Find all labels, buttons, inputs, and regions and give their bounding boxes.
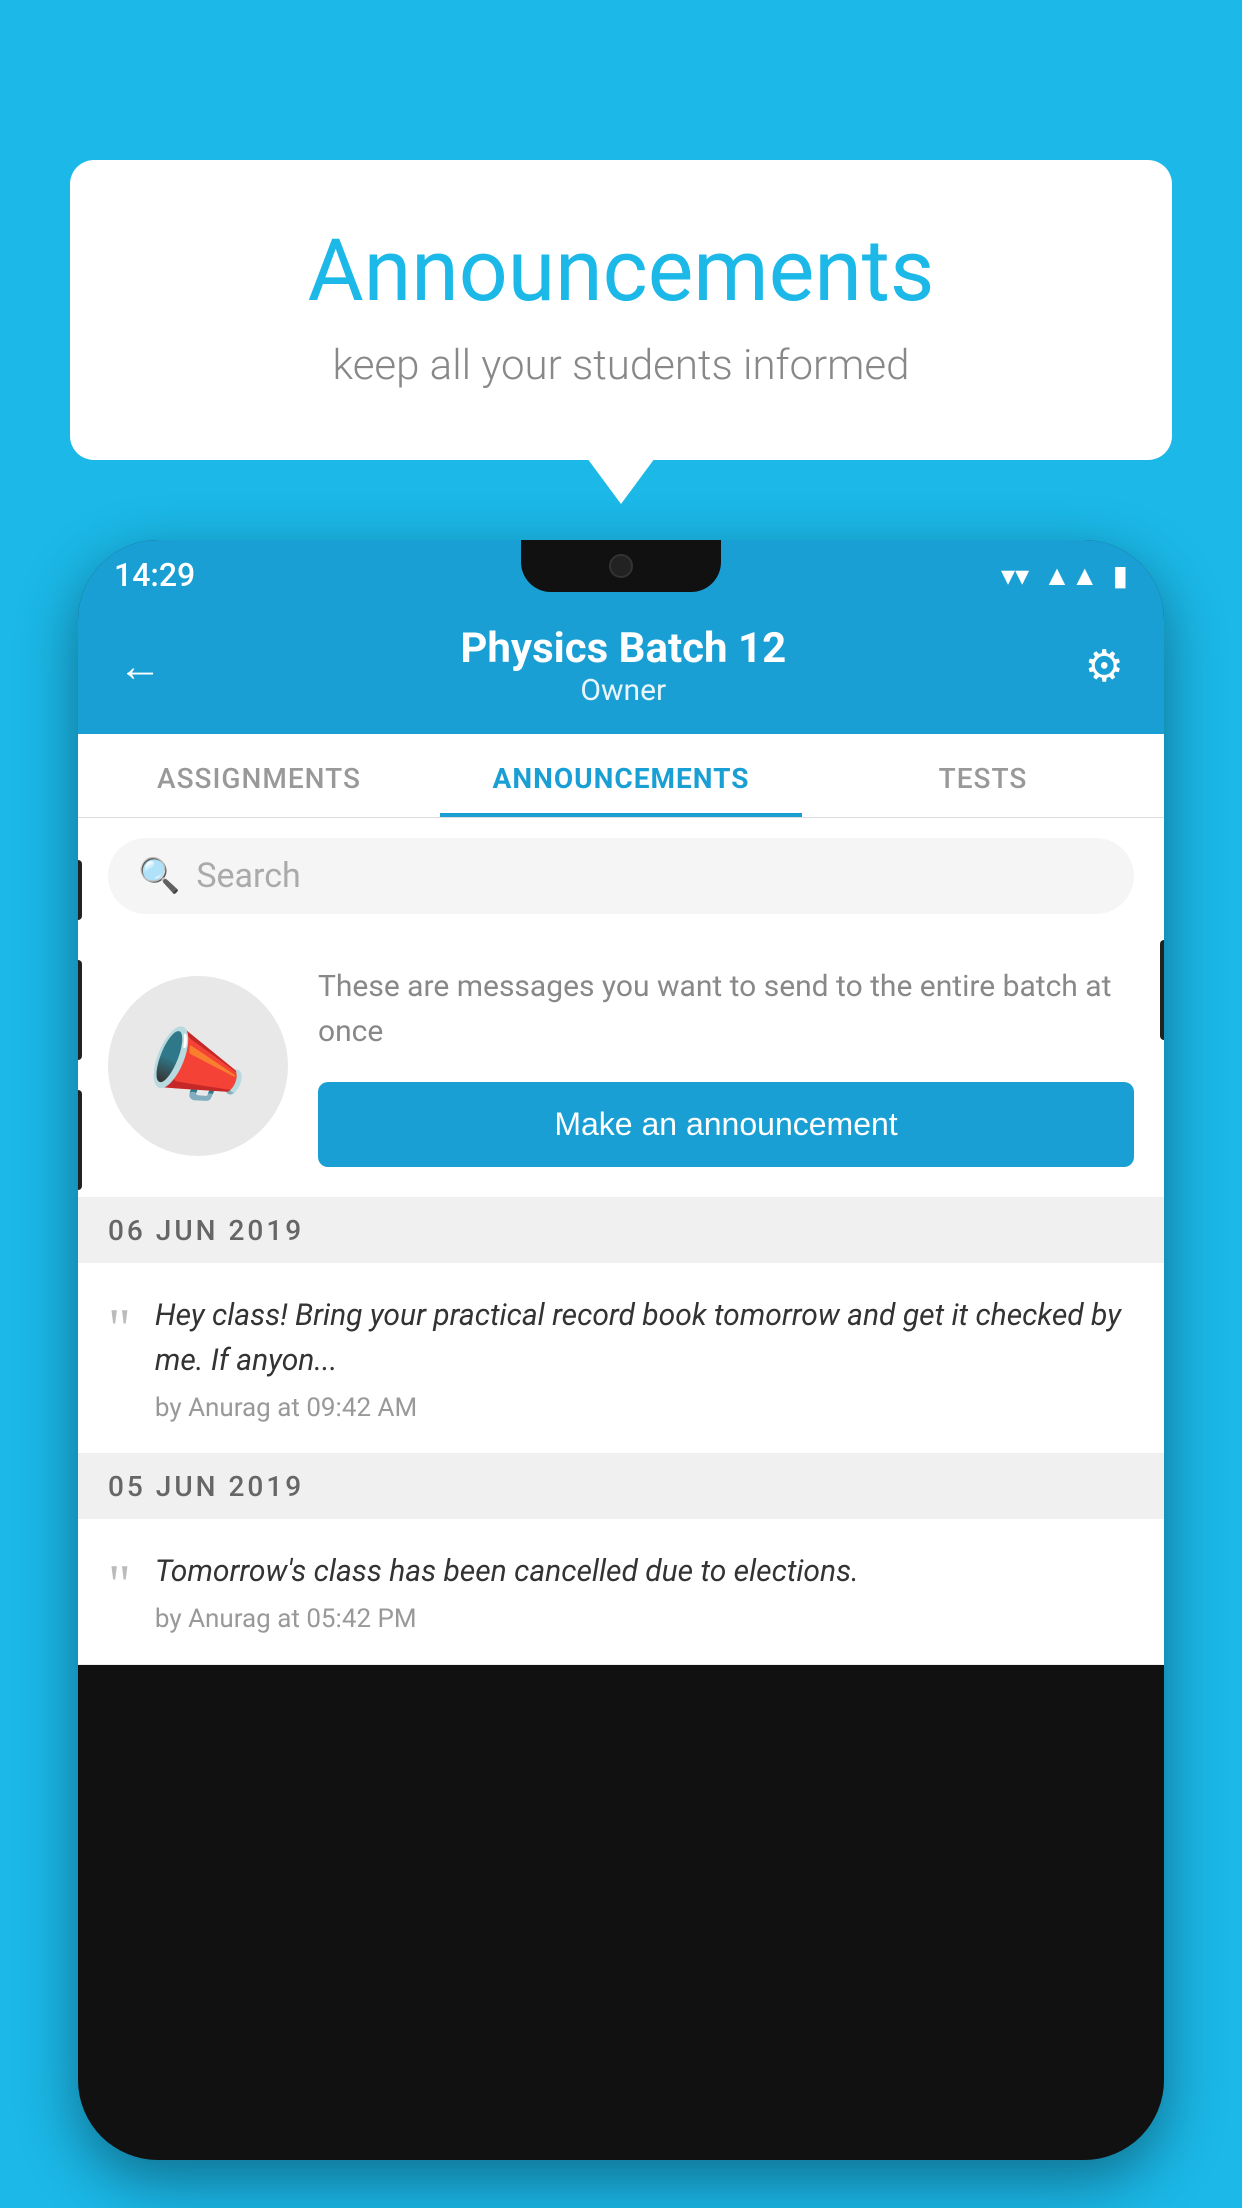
header-title-group: Physics Batch 12 Owner — [460, 624, 786, 708]
settings-button[interactable]: ⚙ — [1085, 640, 1124, 692]
quote-icon-2: " — [108, 1557, 131, 1634]
signal-icon: ▲▲ — [1043, 559, 1098, 592]
quote-icon-1: " — [108, 1301, 131, 1423]
announcement-content-1: Hey class! Bring your practical record b… — [155, 1293, 1134, 1423]
announcement-text-1: Hey class! Bring your practical record b… — [155, 1293, 1134, 1383]
batch-title: Physics Batch 12 — [460, 624, 786, 673]
tab-assignments[interactable]: ASSIGNMENTS — [78, 734, 440, 817]
speech-bubble: Announcements keep all your students inf… — [70, 160, 1172, 460]
status-time: 14:29 — [114, 556, 195, 594]
announcement-icon-circle: 📣 — [108, 976, 288, 1156]
announcement-item-1: " Hey class! Bring your practical record… — [78, 1263, 1164, 1454]
phone-power-button — [1160, 940, 1164, 1040]
phone-container: 14:29 ▾▾ ▲▲ ▮ ← Physics Batch 12 Owner ⚙… — [78, 540, 1164, 2208]
tabs-bar: ASSIGNMENTS ANNOUNCEMENTS TESTS — [78, 734, 1164, 818]
batch-role: Owner — [460, 673, 786, 708]
phone-camera — [609, 554, 633, 578]
announcement-right-panel: These are messages you want to send to t… — [318, 964, 1134, 1167]
tab-announcements[interactable]: ANNOUNCEMENTS — [440, 734, 802, 817]
announcement-meta-2: by Anurag at 05:42 PM — [155, 1604, 1134, 1634]
speech-bubble-subtitle: keep all your students informed — [150, 341, 1092, 390]
phone-volume-silent — [78, 860, 82, 920]
announcement-text-2: Tomorrow's class has been cancelled due … — [155, 1549, 1134, 1594]
app-header: ← Physics Batch 12 Owner ⚙ — [78, 600, 1164, 734]
battery-icon: ▮ — [1113, 559, 1128, 592]
announcement-item-2: " Tomorrow's class has been cancelled du… — [78, 1519, 1164, 1665]
search-icon: 🔍 — [138, 856, 180, 896]
announcement-content-2: Tomorrow's class has been cancelled due … — [155, 1549, 1134, 1634]
make-announcement-button[interactable]: Make an announcement — [318, 1082, 1134, 1167]
speech-bubble-container: Announcements keep all your students inf… — [70, 160, 1172, 460]
announcement-intro: 📣 These are messages you want to send to… — [78, 934, 1164, 1198]
date-divider-1: 06 JUN 2019 — [78, 1198, 1164, 1263]
phone-volume-down — [78, 1090, 82, 1190]
search-input[interactable]: Search — [196, 856, 300, 896]
wifi-icon: ▾▾ — [1001, 559, 1029, 592]
megaphone-icon: 📣 — [148, 1019, 248, 1113]
phone-frame: 14:29 ▾▾ ▲▲ ▮ ← Physics Batch 12 Owner ⚙… — [78, 540, 1164, 2160]
tab-tests[interactable]: TESTS — [802, 734, 1164, 817]
announcement-description: These are messages you want to send to t… — [318, 964, 1134, 1054]
phone-screen: 🔍 Search 📣 These are messages you want t… — [78, 818, 1164, 1665]
search-bar-container: 🔍 Search — [78, 818, 1164, 934]
announcement-meta-1: by Anurag at 09:42 AM — [155, 1393, 1134, 1423]
status-icons: ▾▾ ▲▲ ▮ — [1001, 559, 1128, 592]
speech-bubble-title: Announcements — [150, 220, 1092, 321]
date-divider-2: 05 JUN 2019 — [78, 1454, 1164, 1519]
back-button[interactable]: ← — [118, 640, 162, 692]
search-input-wrap[interactable]: 🔍 Search — [108, 838, 1134, 914]
phone-notch — [521, 540, 721, 592]
phone-volume-up — [78, 960, 82, 1060]
